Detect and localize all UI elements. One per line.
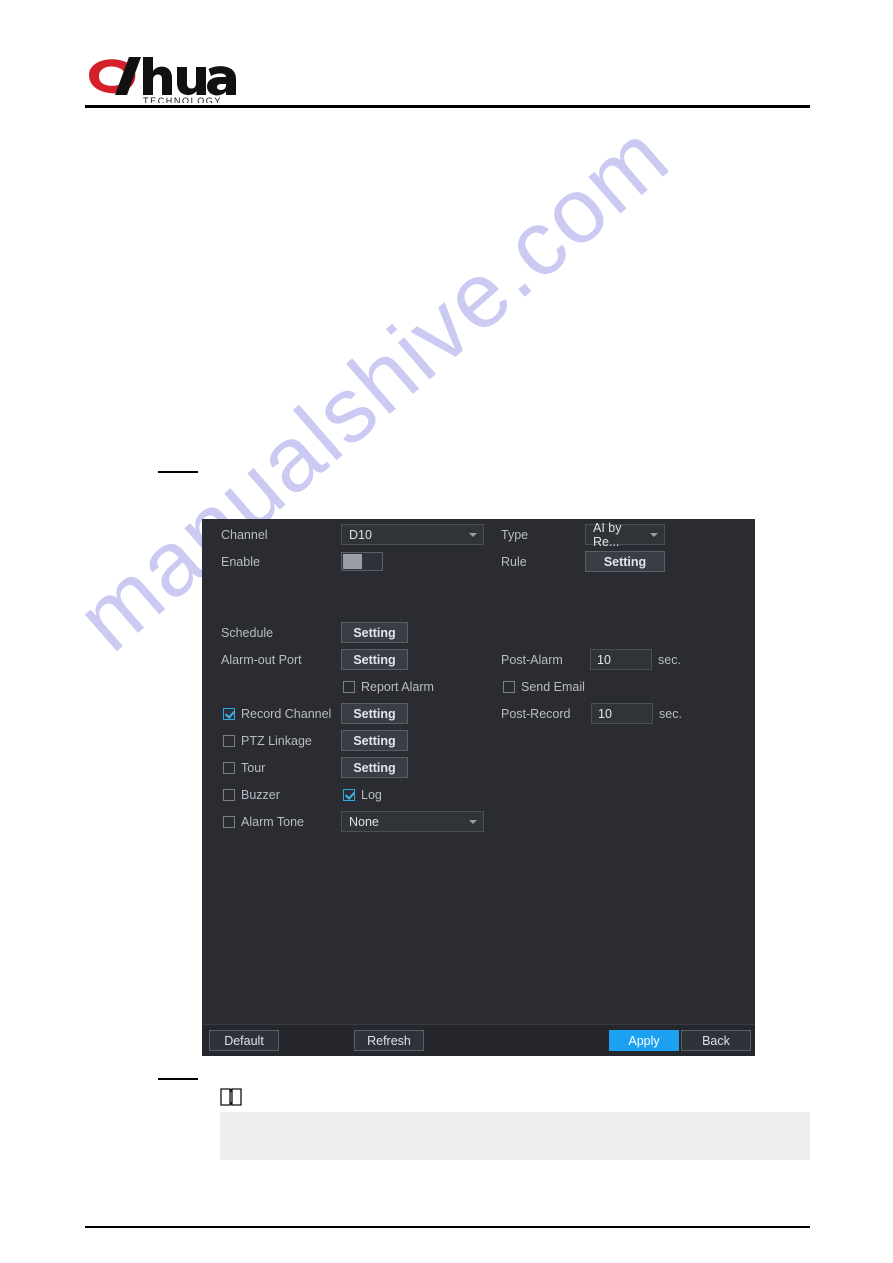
tour-checkbox[interactable]: Tour — [223, 761, 265, 775]
manual-page: TECHNOLOGY manualshive.com Channel D10 T… — [0, 0, 893, 1263]
schedule-label: Schedule — [221, 626, 274, 640]
alarm-tone-row[interactable]: Alarm Tone — [223, 811, 304, 833]
rule-label: Rule — [501, 555, 527, 569]
alarm-tone-select-value: None — [349, 814, 379, 829]
rule-setting-button[interactable]: Setting — [585, 551, 665, 572]
checkbox-box — [343, 681, 355, 693]
post-record-unit: sec. — [659, 707, 682, 721]
apply-button[interactable]: Apply — [609, 1030, 679, 1051]
dialog-button-bar: Default Refresh Apply Back — [202, 1024, 755, 1056]
checkbox-box — [223, 735, 235, 747]
svg-text:TECHNOLOGY: TECHNOLOGY — [143, 96, 222, 103]
record-channel-setting-button[interactable]: Setting — [341, 703, 408, 724]
report-alarm-checkbox[interactable]: Report Alarm — [343, 680, 434, 694]
post-alarm-unit: sec. — [658, 653, 681, 667]
body-text-rule-top — [158, 471, 198, 473]
buzzer-label: Buzzer — [241, 788, 280, 802]
type-label-row: Type — [501, 524, 528, 546]
type-label: Type — [501, 528, 529, 542]
record-channel-label: Record Channel — [241, 707, 332, 721]
alarm-out-port-setting-button[interactable]: Setting — [341, 649, 408, 670]
dahua-logo: TECHNOLOGY — [85, 55, 325, 103]
post-record-unit-row: sec. — [659, 703, 682, 725]
checkbox-box — [223, 816, 235, 828]
schedule-setting-button[interactable]: Setting — [341, 622, 408, 643]
channel-label-row: Channel — [221, 524, 268, 546]
default-button[interactable]: Default — [209, 1030, 279, 1051]
dialog-body: Channel D10 Type AI by Re... Enable Rule… — [202, 519, 755, 1025]
rule-label-row: Rule — [501, 551, 527, 573]
send-email-label: Send Email — [521, 680, 585, 694]
refresh-button[interactable]: Refresh — [354, 1030, 424, 1051]
ptz-linkage-row[interactable]: PTZ Linkage — [223, 730, 312, 752]
post-alarm-input[interactable]: 10 — [590, 649, 652, 670]
dahua-logo-icon: TECHNOLOGY — [89, 57, 236, 103]
post-record-input[interactable]: 10 — [591, 703, 653, 724]
channel-select-value: D10 — [349, 527, 372, 542]
tour-setting-button[interactable]: Setting — [341, 757, 408, 778]
back-button[interactable]: Back — [681, 1030, 751, 1051]
enable-label: Enable — [221, 555, 260, 569]
checkbox-box — [223, 789, 235, 801]
channel-label: Channel — [221, 528, 268, 542]
report-alarm-row[interactable]: Report Alarm — [343, 676, 434, 698]
alarm-out-port-label-row: Alarm-out Port — [221, 649, 302, 671]
checkbox-box — [223, 762, 235, 774]
record-channel-row[interactable]: Record Channel — [223, 703, 331, 725]
buzzer-row[interactable]: Buzzer — [223, 784, 280, 806]
log-checkbox[interactable]: Log — [343, 788, 382, 802]
record-channel-checkbox[interactable]: Record Channel — [223, 707, 331, 721]
alarm-tone-select[interactable]: None — [341, 811, 484, 832]
alarm-settings-dialog: Channel D10 Type AI by Re... Enable Rule… — [202, 519, 755, 1056]
chevron-down-icon — [650, 532, 658, 537]
chevron-down-icon — [469, 819, 477, 824]
book-note-icon — [220, 1088, 242, 1106]
enable-toggle[interactable] — [341, 552, 383, 571]
log-label: Log — [361, 788, 382, 802]
header-divider — [85, 105, 810, 108]
checkbox-box — [223, 708, 235, 720]
body-text-rule-bottom — [158, 1078, 198, 1080]
type-select[interactable]: AI by Re... — [585, 521, 665, 549]
footer-divider — [85, 1226, 810, 1228]
ptz-linkage-setting-button[interactable]: Setting — [341, 730, 408, 751]
send-email-row[interactable]: Send Email — [503, 676, 585, 698]
schedule-label-row: Schedule — [221, 622, 273, 644]
post-alarm-label-row: Post-Alarm — [501, 649, 563, 671]
report-alarm-label: Report Alarm — [361, 680, 434, 694]
send-email-checkbox[interactable]: Send Email — [503, 680, 585, 694]
type-select-value: AI by Re... — [593, 520, 622, 549]
ptz-linkage-checkbox[interactable]: PTZ Linkage — [223, 734, 312, 748]
toggle-knob — [343, 554, 362, 569]
post-alarm-label: Post-Alarm — [501, 653, 563, 667]
alarm-out-port-label: Alarm-out Port — [221, 653, 302, 667]
checkbox-box — [343, 789, 355, 801]
post-alarm-unit-row: sec. — [658, 649, 681, 671]
post-record-label-row: Post-Record — [501, 703, 570, 725]
post-record-label: Post-Record — [501, 707, 571, 721]
tour-label: Tour — [241, 761, 266, 775]
enable-label-row: Enable — [221, 551, 260, 573]
chevron-down-icon — [469, 532, 477, 537]
channel-select[interactable]: D10 — [341, 524, 484, 545]
alarm-tone-checkbox[interactable]: Alarm Tone — [223, 815, 304, 829]
checkbox-box — [503, 681, 515, 693]
note-callout-box — [220, 1112, 810, 1160]
note-block — [220, 1088, 242, 1106]
alarm-tone-label: Alarm Tone — [241, 815, 304, 829]
buzzer-checkbox[interactable]: Buzzer — [223, 788, 280, 802]
log-row[interactable]: Log — [343, 784, 382, 806]
ptz-linkage-label: PTZ Linkage — [241, 734, 312, 748]
tour-row[interactable]: Tour — [223, 757, 265, 779]
